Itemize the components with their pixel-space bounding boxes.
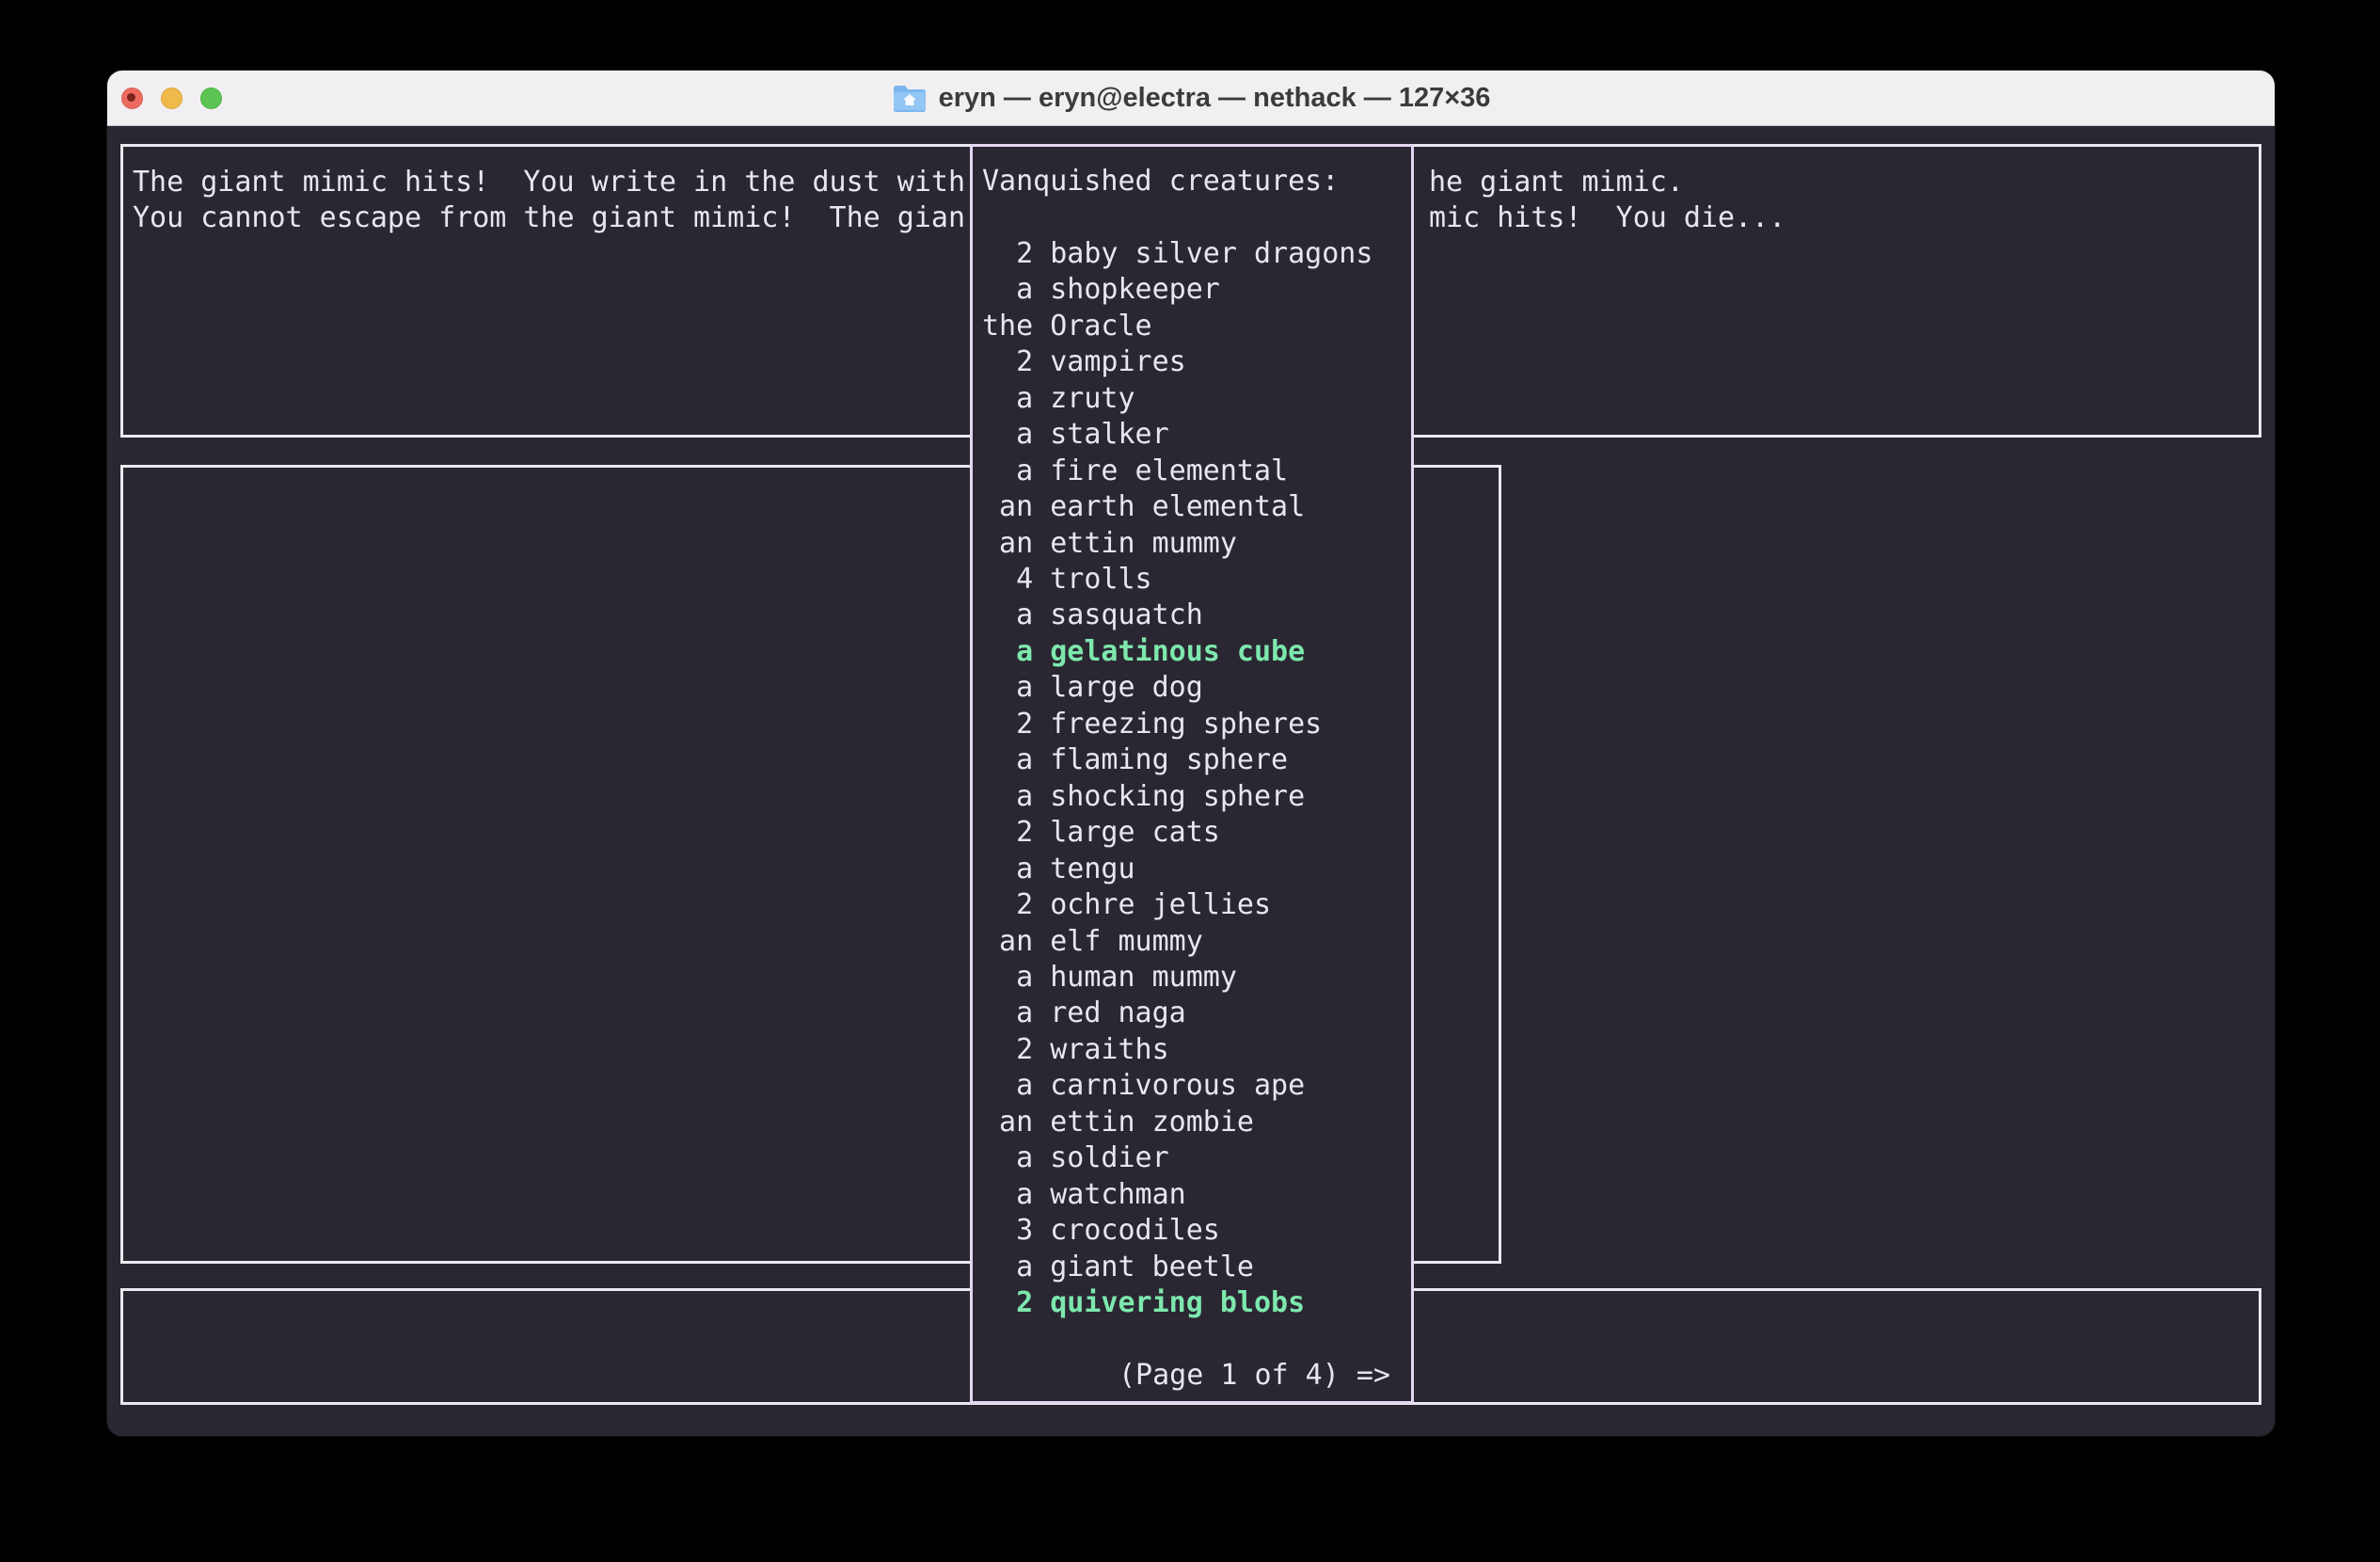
vanquished-entry: 2 large cats bbox=[982, 815, 1411, 851]
vanquished-entry: 2 quivering blobs bbox=[982, 1285, 1411, 1321]
message-line-2-right: mic hits! You die... bbox=[1429, 200, 1785, 236]
message-line-2-left: You cannot escape from the giant mimic! … bbox=[133, 200, 965, 236]
page-indicator: (Page 1 of 4) => bbox=[1119, 1358, 1411, 1394]
vanquished-entry: a shopkeeper bbox=[982, 272, 1411, 308]
vanquished-entry: an earth elemental bbox=[982, 489, 1411, 525]
vanquished-entry: 2 wraiths bbox=[982, 1032, 1411, 1068]
terminal-window: eryn — eryn@electra — nethack — 127×36 T… bbox=[107, 71, 2275, 1436]
titlebar[interactable]: eryn — eryn@electra — nethack — 127×36 bbox=[107, 71, 2275, 126]
vanquished-entry: a giant beetle bbox=[982, 1250, 1411, 1285]
home-folder-icon bbox=[892, 83, 928, 113]
vanquished-entry: the Oracle bbox=[982, 309, 1411, 344]
vanquished-entry: an ettin zombie bbox=[982, 1105, 1411, 1140]
vanquished-panel: Vanquished creatures: 2 baby silver drag… bbox=[970, 144, 1414, 1404]
window-controls bbox=[121, 71, 222, 125]
vanquished-entry: a sasquatch bbox=[982, 598, 1411, 633]
vanquished-entry: a soldier bbox=[982, 1140, 1411, 1176]
vanquished-entry: an elf mummy bbox=[982, 924, 1411, 960]
vanquished-entry: 3 crocodiles bbox=[982, 1213, 1411, 1249]
vanquished-entry: a tengu bbox=[982, 852, 1411, 887]
vanquished-entry: a red naga bbox=[982, 996, 1411, 1031]
panel-title: Vanquished creatures: bbox=[982, 164, 1411, 199]
vanquished-entry: a fire elemental bbox=[982, 454, 1411, 489]
minimize-button[interactable] bbox=[161, 88, 182, 109]
vanquished-entry: a stalker bbox=[982, 417, 1411, 453]
vanquished-entry: a flaming sphere bbox=[982, 742, 1411, 778]
vanquished-entry: 2 baby silver dragons bbox=[982, 236, 1411, 272]
vanquished-entry: 2 freezing spheres bbox=[982, 707, 1411, 742]
vanquished-entry: a zruty bbox=[982, 381, 1411, 417]
vanquished-entry: 2 ochre jellies bbox=[982, 887, 1411, 923]
vanquished-entry: a shocking sphere bbox=[982, 779, 1411, 815]
vanquished-entry: 2 vampires bbox=[982, 344, 1411, 380]
vanquished-entry: a large dog bbox=[982, 670, 1411, 706]
vanquished-entry: a human mummy bbox=[982, 960, 1411, 996]
vanquished-entry: an ettin mummy bbox=[982, 526, 1411, 562]
terminal-content[interactable]: The giant mimic hits! You write in the d… bbox=[107, 126, 2275, 1436]
vanquished-entry: a gelatinous cube bbox=[982, 634, 1411, 670]
vanquished-entry: a watchman bbox=[982, 1177, 1411, 1213]
vanquished-list: 2 baby silver dragons a shopkeeperthe Or… bbox=[982, 236, 1411, 1322]
window-title: eryn — eryn@electra — nethack — 127×36 bbox=[892, 83, 1491, 114]
zoom-button[interactable] bbox=[200, 88, 222, 109]
vanquished-entry: a carnivorous ape bbox=[982, 1068, 1411, 1104]
message-line-1-left: The giant mimic hits! You write in the d… bbox=[133, 165, 965, 200]
close-button[interactable] bbox=[121, 88, 143, 109]
vanquished-entry: 4 trolls bbox=[982, 562, 1411, 598]
window-title-text: eryn — eryn@electra — nethack — 127×36 bbox=[939, 83, 1491, 114]
message-line-1-right: he giant mimic. bbox=[1429, 165, 1684, 200]
